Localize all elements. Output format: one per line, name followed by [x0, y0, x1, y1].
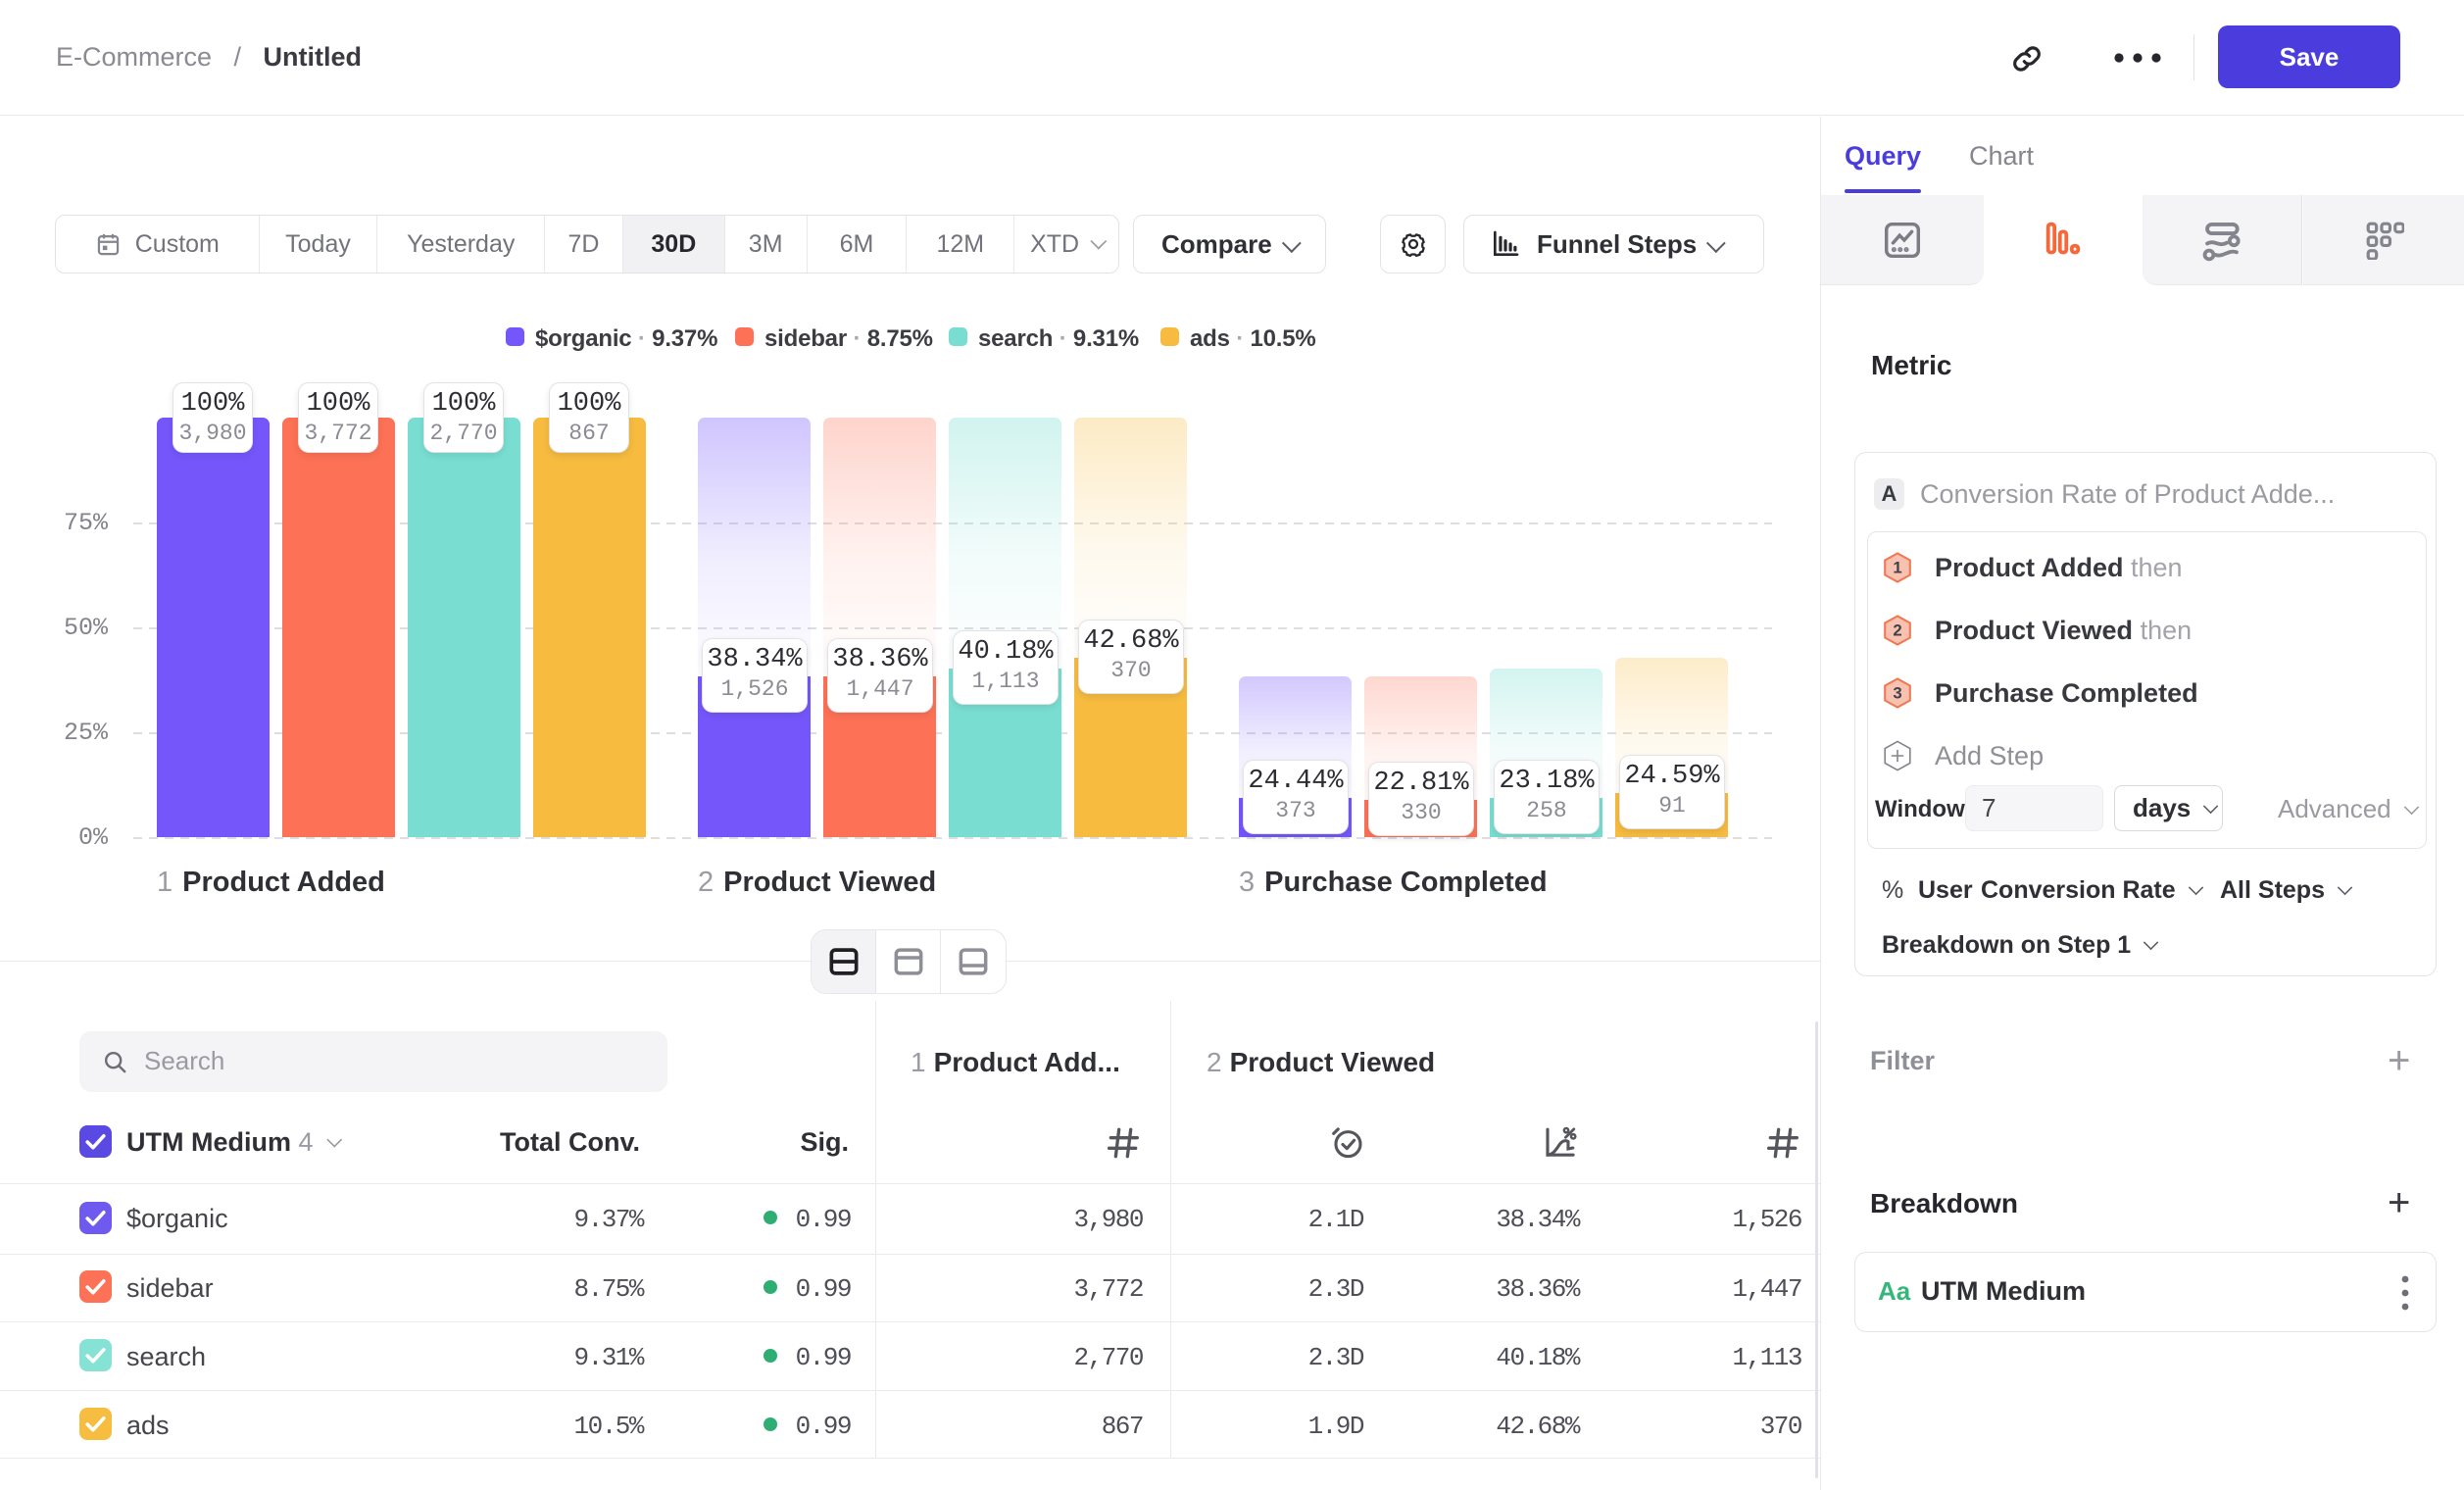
svg-text:3: 3: [1893, 684, 1901, 703]
svg-text:2: 2: [1893, 621, 1901, 640]
svg-text:1: 1: [1893, 559, 1901, 577]
